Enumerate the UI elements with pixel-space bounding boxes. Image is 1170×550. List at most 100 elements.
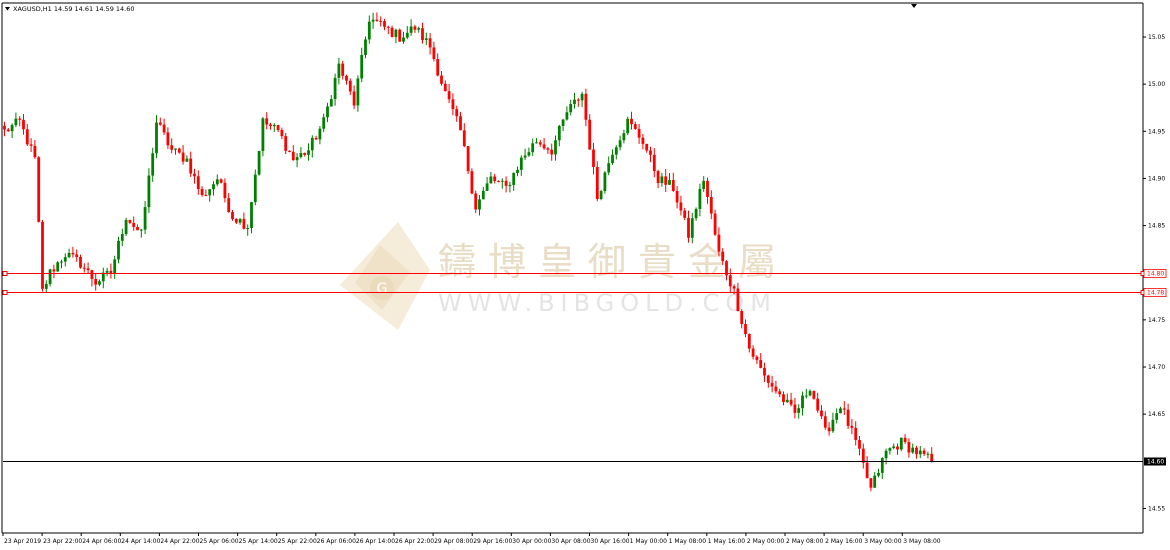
candle-body bbox=[212, 184, 215, 190]
time-tick-label: 2 May 00:00 bbox=[747, 538, 785, 545]
time-tick-label: 29 Apr 16:00 bbox=[473, 538, 512, 545]
candle-body bbox=[345, 75, 348, 81]
candle-body bbox=[850, 425, 854, 428]
candle-body bbox=[424, 38, 428, 41]
candle-body bbox=[793, 404, 797, 413]
candle-body bbox=[884, 450, 888, 459]
candle-body bbox=[763, 367, 766, 376]
candle-body bbox=[383, 21, 386, 27]
line-price-label: 14.78 bbox=[1147, 290, 1164, 297]
time-tick-label: 30 Apr 16:00 bbox=[591, 538, 630, 545]
candle-body bbox=[588, 119, 592, 150]
candle-body bbox=[440, 75, 443, 84]
candle-body bbox=[481, 190, 485, 200]
candle-body bbox=[14, 118, 18, 126]
candle-body bbox=[778, 391, 782, 395]
price-tick-label: 15.05 bbox=[1148, 34, 1165, 41]
candle-body bbox=[257, 150, 261, 175]
candle-body bbox=[341, 63, 345, 76]
candle-body bbox=[200, 188, 204, 196]
candle-body bbox=[459, 116, 462, 131]
candle-body bbox=[189, 158, 193, 174]
candle-body bbox=[48, 269, 52, 284]
candle-body bbox=[728, 275, 732, 287]
candle-body bbox=[56, 262, 60, 272]
candle-body bbox=[584, 93, 588, 120]
candle-body bbox=[706, 180, 709, 198]
candle-body bbox=[538, 142, 542, 145]
candle-body bbox=[474, 193, 478, 210]
time-tick-label: 23 Apr 22:00 bbox=[43, 538, 82, 545]
candle-body bbox=[117, 240, 120, 260]
candle-body bbox=[219, 179, 223, 183]
candle-body bbox=[736, 288, 740, 312]
price-tick-label: 14.95 bbox=[1148, 128, 1165, 135]
candle-body bbox=[717, 234, 721, 252]
candle-body bbox=[519, 157, 523, 170]
candle-body bbox=[755, 356, 759, 361]
candle-body bbox=[641, 137, 645, 144]
candle-body bbox=[348, 80, 352, 92]
line-handle-icon[interactable] bbox=[2, 290, 8, 295]
candle-body bbox=[808, 391, 812, 396]
candle-body bbox=[371, 19, 375, 22]
candle-body bbox=[52, 269, 56, 272]
candle-body bbox=[649, 150, 652, 155]
candle-body bbox=[60, 261, 63, 263]
candle-body bbox=[307, 150, 310, 155]
candle-body bbox=[565, 112, 569, 120]
candle-body bbox=[485, 183, 489, 191]
time-tick-label: 25 Apr 06:00 bbox=[200, 538, 239, 545]
candle-body bbox=[265, 118, 269, 125]
candle-body bbox=[79, 257, 82, 268]
candle-body bbox=[497, 180, 500, 182]
candle-body bbox=[155, 122, 158, 154]
candle-body bbox=[44, 283, 48, 289]
time-tick-label: 24 Apr 22:00 bbox=[160, 538, 199, 545]
candle-body bbox=[409, 26, 413, 33]
candle-body bbox=[295, 157, 299, 161]
candle-body bbox=[98, 281, 101, 285]
candle-body bbox=[37, 157, 41, 222]
price-tick-label: 14.90 bbox=[1148, 175, 1165, 182]
candle-body bbox=[231, 212, 234, 219]
candle-body bbox=[196, 176, 200, 189]
line-price-label: 14.80 bbox=[1147, 271, 1164, 278]
candle-body bbox=[557, 125, 561, 141]
candle-body bbox=[139, 229, 143, 231]
candle-body bbox=[770, 382, 774, 387]
candle-body bbox=[128, 220, 132, 223]
candle-body bbox=[367, 21, 371, 40]
candle-body bbox=[447, 91, 451, 100]
candle-body bbox=[364, 39, 367, 55]
candle-body bbox=[177, 148, 181, 153]
candle-body bbox=[170, 145, 174, 150]
candle-body bbox=[812, 391, 816, 399]
candle-body bbox=[113, 259, 117, 274]
candle-body bbox=[846, 409, 850, 426]
time-tick-label: 3 May 00:00 bbox=[864, 538, 902, 545]
candle-body bbox=[652, 154, 656, 172]
candle-body bbox=[918, 450, 922, 455]
candle-body bbox=[326, 106, 329, 118]
candle-body bbox=[455, 109, 459, 117]
candle-body bbox=[911, 447, 915, 453]
candle-body bbox=[721, 251, 725, 262]
candle-body bbox=[276, 124, 280, 131]
candle-body bbox=[782, 394, 785, 403]
candle-body bbox=[698, 188, 702, 209]
candle-body bbox=[136, 226, 139, 231]
candle-body bbox=[269, 124, 272, 127]
candle-body bbox=[428, 38, 432, 48]
time-tick-label: 26 Apr 22:00 bbox=[395, 538, 434, 545]
candle-body bbox=[204, 195, 208, 197]
candle-body bbox=[18, 118, 22, 120]
candle-body bbox=[443, 83, 447, 92]
candle-body bbox=[386, 26, 390, 28]
candle-body bbox=[174, 148, 177, 150]
candle-body bbox=[694, 208, 698, 219]
candle-body bbox=[675, 190, 679, 203]
line-handle-icon[interactable] bbox=[2, 271, 8, 276]
candle-body bbox=[151, 153, 155, 176]
candle-body bbox=[554, 140, 557, 155]
